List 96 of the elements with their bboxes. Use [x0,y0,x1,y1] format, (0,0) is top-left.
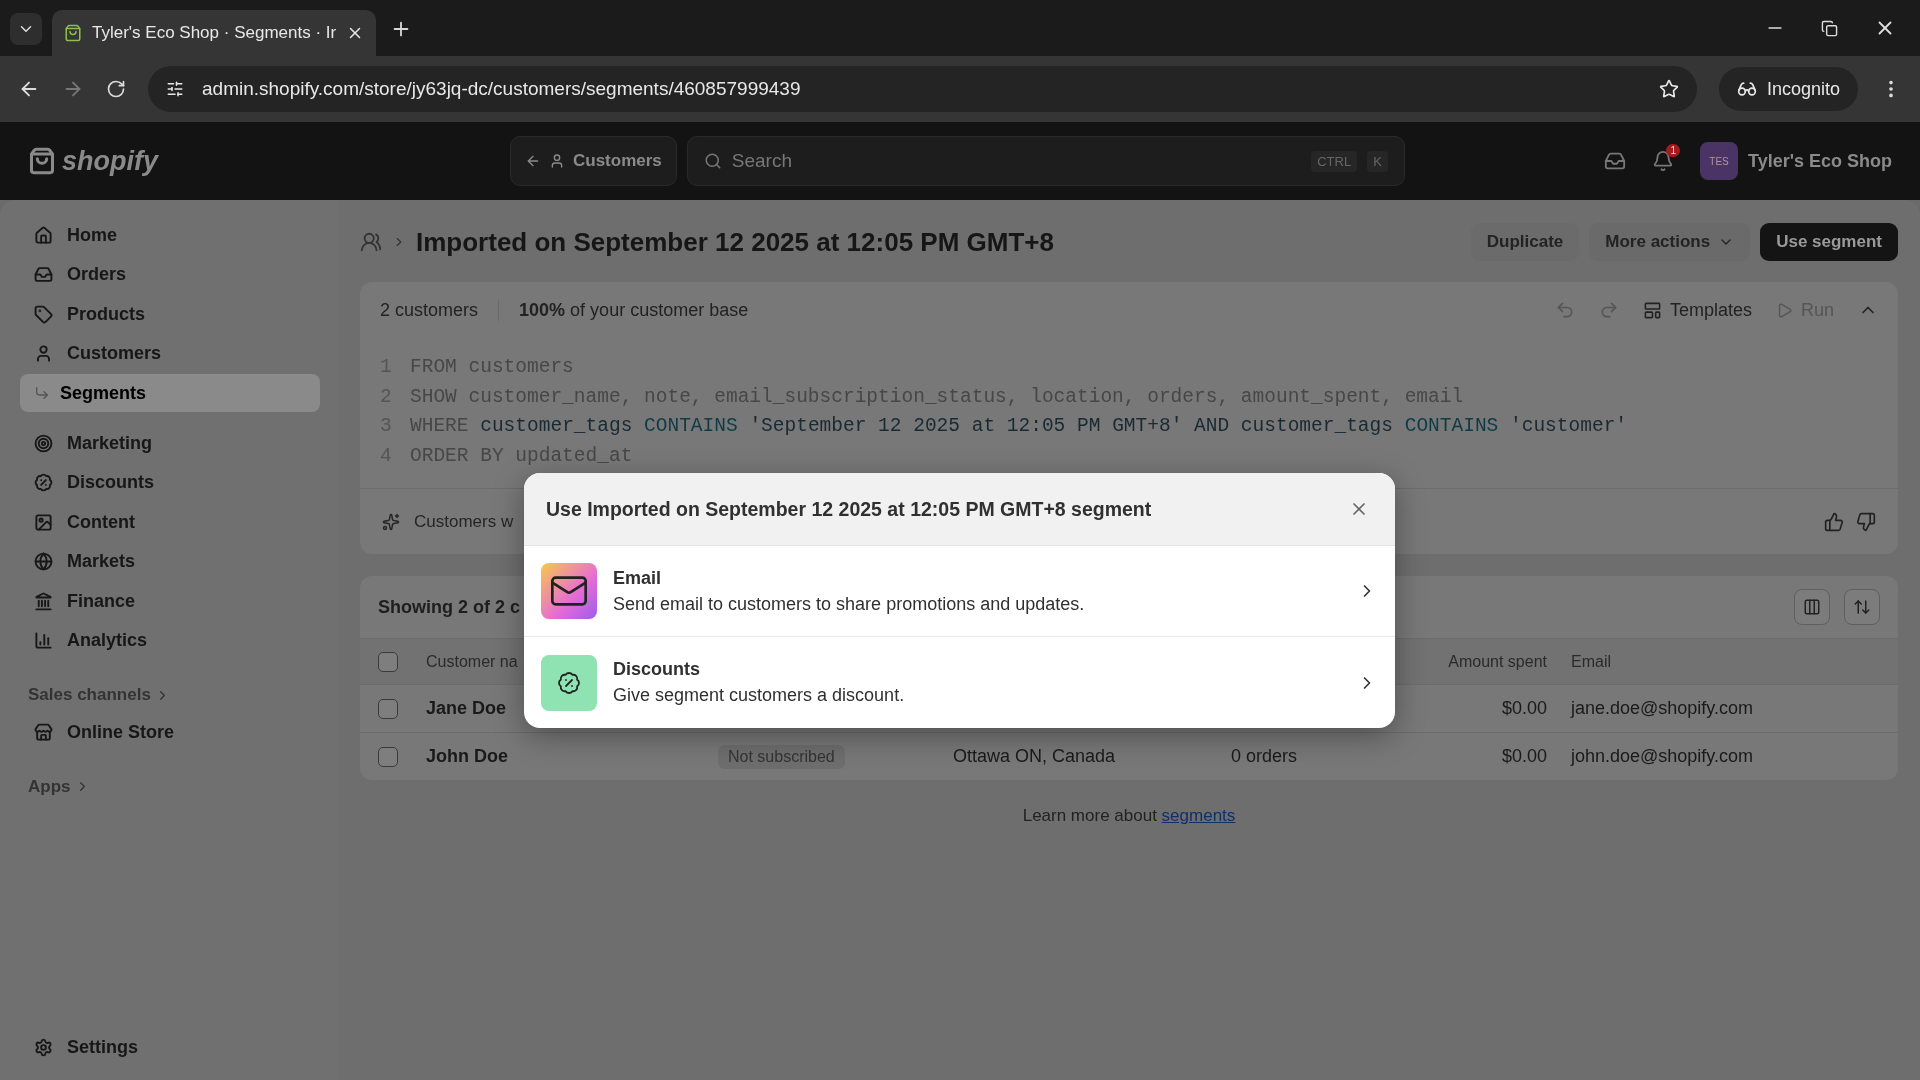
star-icon[interactable] [1658,79,1679,99]
inbox-icon[interactable] [1604,150,1626,172]
incognito-button[interactable]: Incognito [1718,67,1858,111]
orders-icon [34,265,53,284]
segments-link[interactable]: segments [1161,806,1236,825]
site-settings-icon [166,80,184,98]
primary-button[interactable]: Use segment [1760,223,1898,261]
customer-base-share: 100% of your customer base [519,299,750,321]
summary-text: Customers w [414,511,514,532]
finance-icon [34,591,53,611]
more-actions-button[interactable]: More actions [1589,223,1751,261]
table-cell: john.doe@shopify.com [1571,746,1754,767]
option-title: Email [613,567,663,589]
learn-more-text: Learn more about segments [1021,806,1237,826]
sidebar-item[interactable]: Finance [20,582,320,620]
option-title: Discounts [613,659,701,680]
sparkle-icon [382,512,400,531]
sort-button[interactable] [1844,589,1880,625]
sidebar-item[interactable]: Markets [20,542,320,581]
content-icon [34,512,53,532]
sidebar-item[interactable]: Analytics [20,621,320,660]
sort-icon [1853,598,1871,616]
sidebar-item[interactable]: Discounts [20,463,320,502]
store-avatar[interactable]: TES [1700,142,1738,180]
analytics-icon [34,631,53,650]
settings-icon [34,1038,53,1057]
user-icon [549,153,565,169]
column-header[interactable]: Customer na [426,652,518,671]
apps-heading[interactable]: Apps [28,776,328,797]
customer-count: 2 customers [380,299,500,321]
option-description: Give segment customers a discount. [613,685,906,706]
markets-icon [34,552,53,571]
envelope-icon [541,563,597,619]
bag-icon [28,147,56,175]
table-cell: Ottawa ON, Canada [953,746,1116,767]
dialog-title: Use Imported on September 12 2025 at 12:05 PM GMT+8 segment [546,497,1153,521]
glasses-icon [1736,79,1757,99]
sidebar-item[interactable]: Orders [20,255,320,294]
shopping-bag-icon [64,24,82,42]
column-header[interactable]: Email [1571,652,1611,671]
tab-title: Tyler's Eco Shop · Segments · Ir [92,23,337,43]
results-count: Showing 2 of 2 c [378,596,520,618]
sidebar-item[interactable]: Customers [20,334,320,373]
secondary-button[interactable]: Duplicate [1470,223,1580,261]
back-icon [525,153,541,169]
page-title: Imported on September 12 2025 at 12:05 PM GMT+8 [416,226,1055,258]
search-icon [703,152,722,170]
customers-icon [34,344,53,363]
notification-badge: 1 [1666,144,1680,157]
restore-icon[interactable] [1821,19,1838,37]
shortcut-key: CTRL [1311,150,1358,172]
settings-item[interactable]: Settings [20,1037,328,1058]
table-cell: 0 orders [1231,746,1298,767]
discount-icon [541,654,597,711]
branch-icon [34,385,50,401]
tab-list-button[interactable] [10,13,42,45]
template-icon [1642,300,1662,320]
table-cell: jane.doe@shopify.com [1571,698,1754,719]
shopify-logo[interactable]: shopify [28,145,510,177]
marketing-icon [34,433,53,453]
customers-icon[interactable] [360,231,382,253]
sidebar-item[interactable]: Segments [20,374,320,412]
row-checkbox[interactable] [378,746,398,767]
templates-button[interactable]: Templates [1642,299,1752,321]
option-description: Send email to customers to share promotions and updates. [613,593,1086,615]
column-header[interactable]: Amount spent [1448,652,1547,671]
dialog-option[interactable]: Email Send email to customers to share promotions and updates. [524,546,1395,637]
customer-name[interactable]: John Doe [426,746,508,767]
sidebar-item[interactable]: Online Store [20,713,320,751]
sidebar-item[interactable]: Home [20,216,320,254]
table-cell: $0.00 [1501,746,1547,767]
browser-tab[interactable]: Tyler's Eco Shop · Segments · Ir [52,10,377,56]
table-cell: $0.00 [1501,698,1547,719]
search-field[interactable]: Search CTRL K [686,136,1405,186]
discounts-icon [34,473,53,492]
back-to-customers-button[interactable]: Customers [510,136,677,186]
products-icon [34,304,53,324]
columns-icon [1803,598,1821,616]
store-name[interactable]: Tyler's Eco Shop [1748,150,1892,172]
row-checkbox[interactable] [378,698,398,719]
thumbs-down-icon[interactable] [1856,511,1876,532]
store-icon [34,722,53,742]
sidebar-item[interactable]: Products [20,295,320,333]
shortcut-key: K [1367,150,1388,172]
customer-name[interactable]: Jane Doe [426,698,507,719]
sidebar-item[interactable]: Content [20,503,320,541]
sales-channels-heading[interactable]: Sales channels [28,685,328,705]
reload-icon[interactable] [106,79,126,99]
address-bar[interactable]: admin.shopify.com/store/jy63jq-dc/customers/segments/460857999439 [148,66,1697,112]
select-all-checkbox[interactable] [378,651,398,672]
thumbs-up-icon[interactable] [1824,511,1844,532]
subscription-status: Not subscribed [718,744,845,769]
sidebar-item[interactable]: Marketing [20,424,320,462]
columns-button[interactable] [1794,589,1830,625]
dialog-option[interactable]: Discounts Give segment customers a discount. [524,637,1395,728]
home-icon [34,225,53,245]
